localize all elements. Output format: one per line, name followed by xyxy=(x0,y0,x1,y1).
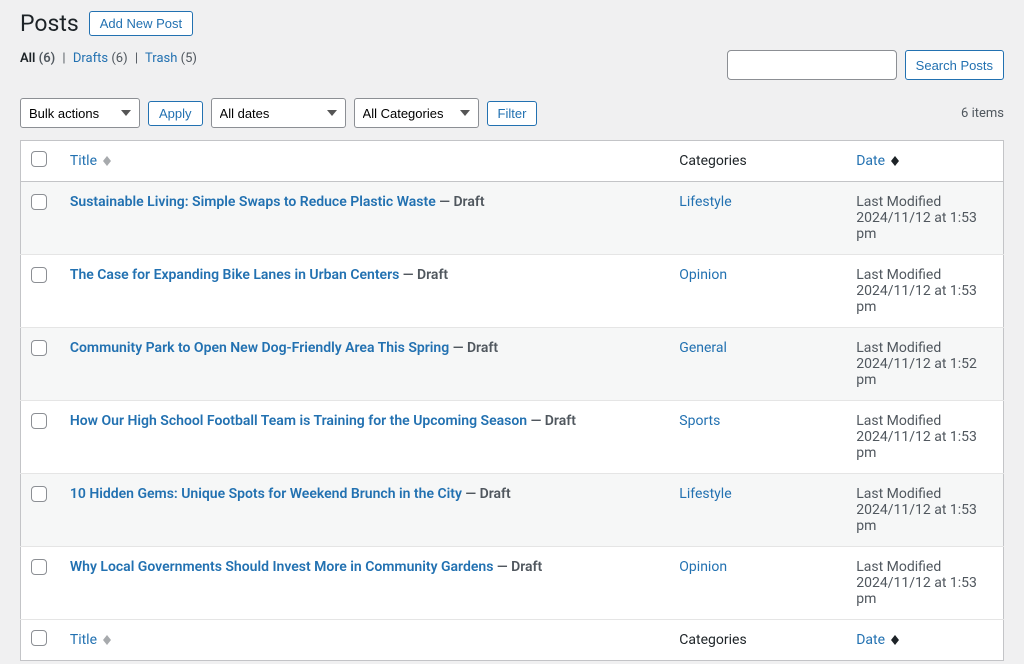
table-row: Community Park to Open New Dog-Friendly … xyxy=(21,328,1004,401)
posts-table: Title Categories Date xyxy=(20,140,1004,661)
post-state: — Draft xyxy=(497,559,542,575)
post-title-link[interactable]: How Our High School Football Team is Tra… xyxy=(70,413,527,429)
date-cell: Last Modified 2024/11/12 at 1:53 pm xyxy=(846,182,1003,255)
table-row: 10 Hidden Gems: Unique Spots for Weekend… xyxy=(21,474,1004,547)
row-checkbox[interactable] xyxy=(31,194,47,210)
sort-icon xyxy=(891,156,899,166)
column-categories: Categories xyxy=(669,141,846,182)
date-cell: Last Modified 2024/11/12 at 1:53 pm xyxy=(846,255,1003,328)
column-categories-footer: Categories xyxy=(669,620,846,661)
bulk-actions-select[interactable]: Bulk actions xyxy=(20,98,140,128)
column-date-sort[interactable]: Date xyxy=(856,153,898,169)
row-checkbox[interactable] xyxy=(31,413,47,429)
post-title-link[interactable]: Community Park to Open New Dog-Friendly … xyxy=(70,340,449,356)
table-row: How Our High School Football Team is Tra… xyxy=(21,401,1004,474)
apply-button[interactable]: Apply xyxy=(148,101,203,126)
post-state: — Draft xyxy=(465,486,510,502)
items-count: 6 items xyxy=(961,106,1004,121)
filter-button[interactable]: Filter xyxy=(487,101,538,126)
filter-drafts-count: (6) xyxy=(111,51,127,66)
date-cell: Last Modified 2024/11/12 at 1:53 pm xyxy=(846,401,1003,474)
post-state: — Draft xyxy=(403,267,448,283)
categories-filter-select[interactable]: All Categories xyxy=(354,98,479,128)
category-link[interactable]: Opinion xyxy=(679,267,727,283)
category-link[interactable]: Lifestyle xyxy=(679,486,731,502)
date-cell: Last Modified 2024/11/12 at 1:52 pm xyxy=(846,328,1003,401)
column-date-sort-footer[interactable]: Date xyxy=(856,632,898,648)
post-title-link[interactable]: Why Local Governments Should Invest More… xyxy=(70,559,494,575)
select-all-checkbox-footer[interactable] xyxy=(31,630,47,646)
column-title-label: Title xyxy=(70,632,97,648)
filter-all[interactable]: All (6) xyxy=(20,51,58,66)
sort-icon xyxy=(103,635,111,645)
row-checkbox[interactable] xyxy=(31,486,47,502)
row-checkbox[interactable] xyxy=(31,340,47,356)
search-input[interactable] xyxy=(727,50,897,80)
column-title-sort[interactable]: Title xyxy=(70,153,111,169)
table-row: Why Local Governments Should Invest More… xyxy=(21,547,1004,620)
add-new-post-button[interactable]: Add New Post xyxy=(89,11,193,36)
filter-drafts-label: Drafts xyxy=(73,51,108,66)
dates-filter-select[interactable]: All dates xyxy=(211,98,346,128)
separator: | xyxy=(131,51,142,66)
select-all-checkbox[interactable] xyxy=(31,151,47,167)
table-row: The Case for Expanding Bike Lanes in Urb… xyxy=(21,255,1004,328)
sort-icon xyxy=(103,156,111,166)
post-title-link[interactable]: The Case for Expanding Bike Lanes in Urb… xyxy=(70,267,399,283)
row-checkbox[interactable] xyxy=(31,267,47,283)
column-date-label: Date xyxy=(856,153,885,169)
post-state: — Draft xyxy=(531,413,576,429)
category-link[interactable]: General xyxy=(679,340,727,356)
post-state: — Draft xyxy=(453,340,498,356)
sort-icon xyxy=(891,635,899,645)
column-title-label: Title xyxy=(70,153,97,169)
filter-trash-label: Trash xyxy=(145,51,177,66)
column-title-sort-footer[interactable]: Title xyxy=(70,632,111,648)
filter-all-label: All xyxy=(20,51,35,66)
filter-drafts[interactable]: Drafts (6) xyxy=(73,51,131,66)
category-link[interactable]: Opinion xyxy=(679,559,727,575)
row-checkbox[interactable] xyxy=(31,559,47,575)
page-title: Posts xyxy=(20,10,79,37)
filter-trash-count: (5) xyxy=(181,51,197,66)
post-title-link[interactable]: Sustainable Living: Simple Swaps to Redu… xyxy=(70,194,436,210)
separator: | xyxy=(58,51,69,66)
date-cell: Last Modified 2024/11/12 at 1:53 pm xyxy=(846,474,1003,547)
filter-trash[interactable]: Trash (5) xyxy=(145,51,197,66)
post-state: — Draft xyxy=(439,194,484,210)
post-title-link[interactable]: 10 Hidden Gems: Unique Spots for Weekend… xyxy=(70,486,462,502)
category-link[interactable]: Lifestyle xyxy=(679,194,731,210)
column-date-label: Date xyxy=(856,632,885,648)
date-cell: Last Modified 2024/11/12 at 1:53 pm xyxy=(846,547,1003,620)
table-row: Sustainable Living: Simple Swaps to Redu… xyxy=(21,182,1004,255)
filter-all-count: (6) xyxy=(39,51,56,66)
search-posts-button[interactable]: Search Posts xyxy=(905,50,1004,80)
category-link[interactable]: Sports xyxy=(679,413,720,429)
